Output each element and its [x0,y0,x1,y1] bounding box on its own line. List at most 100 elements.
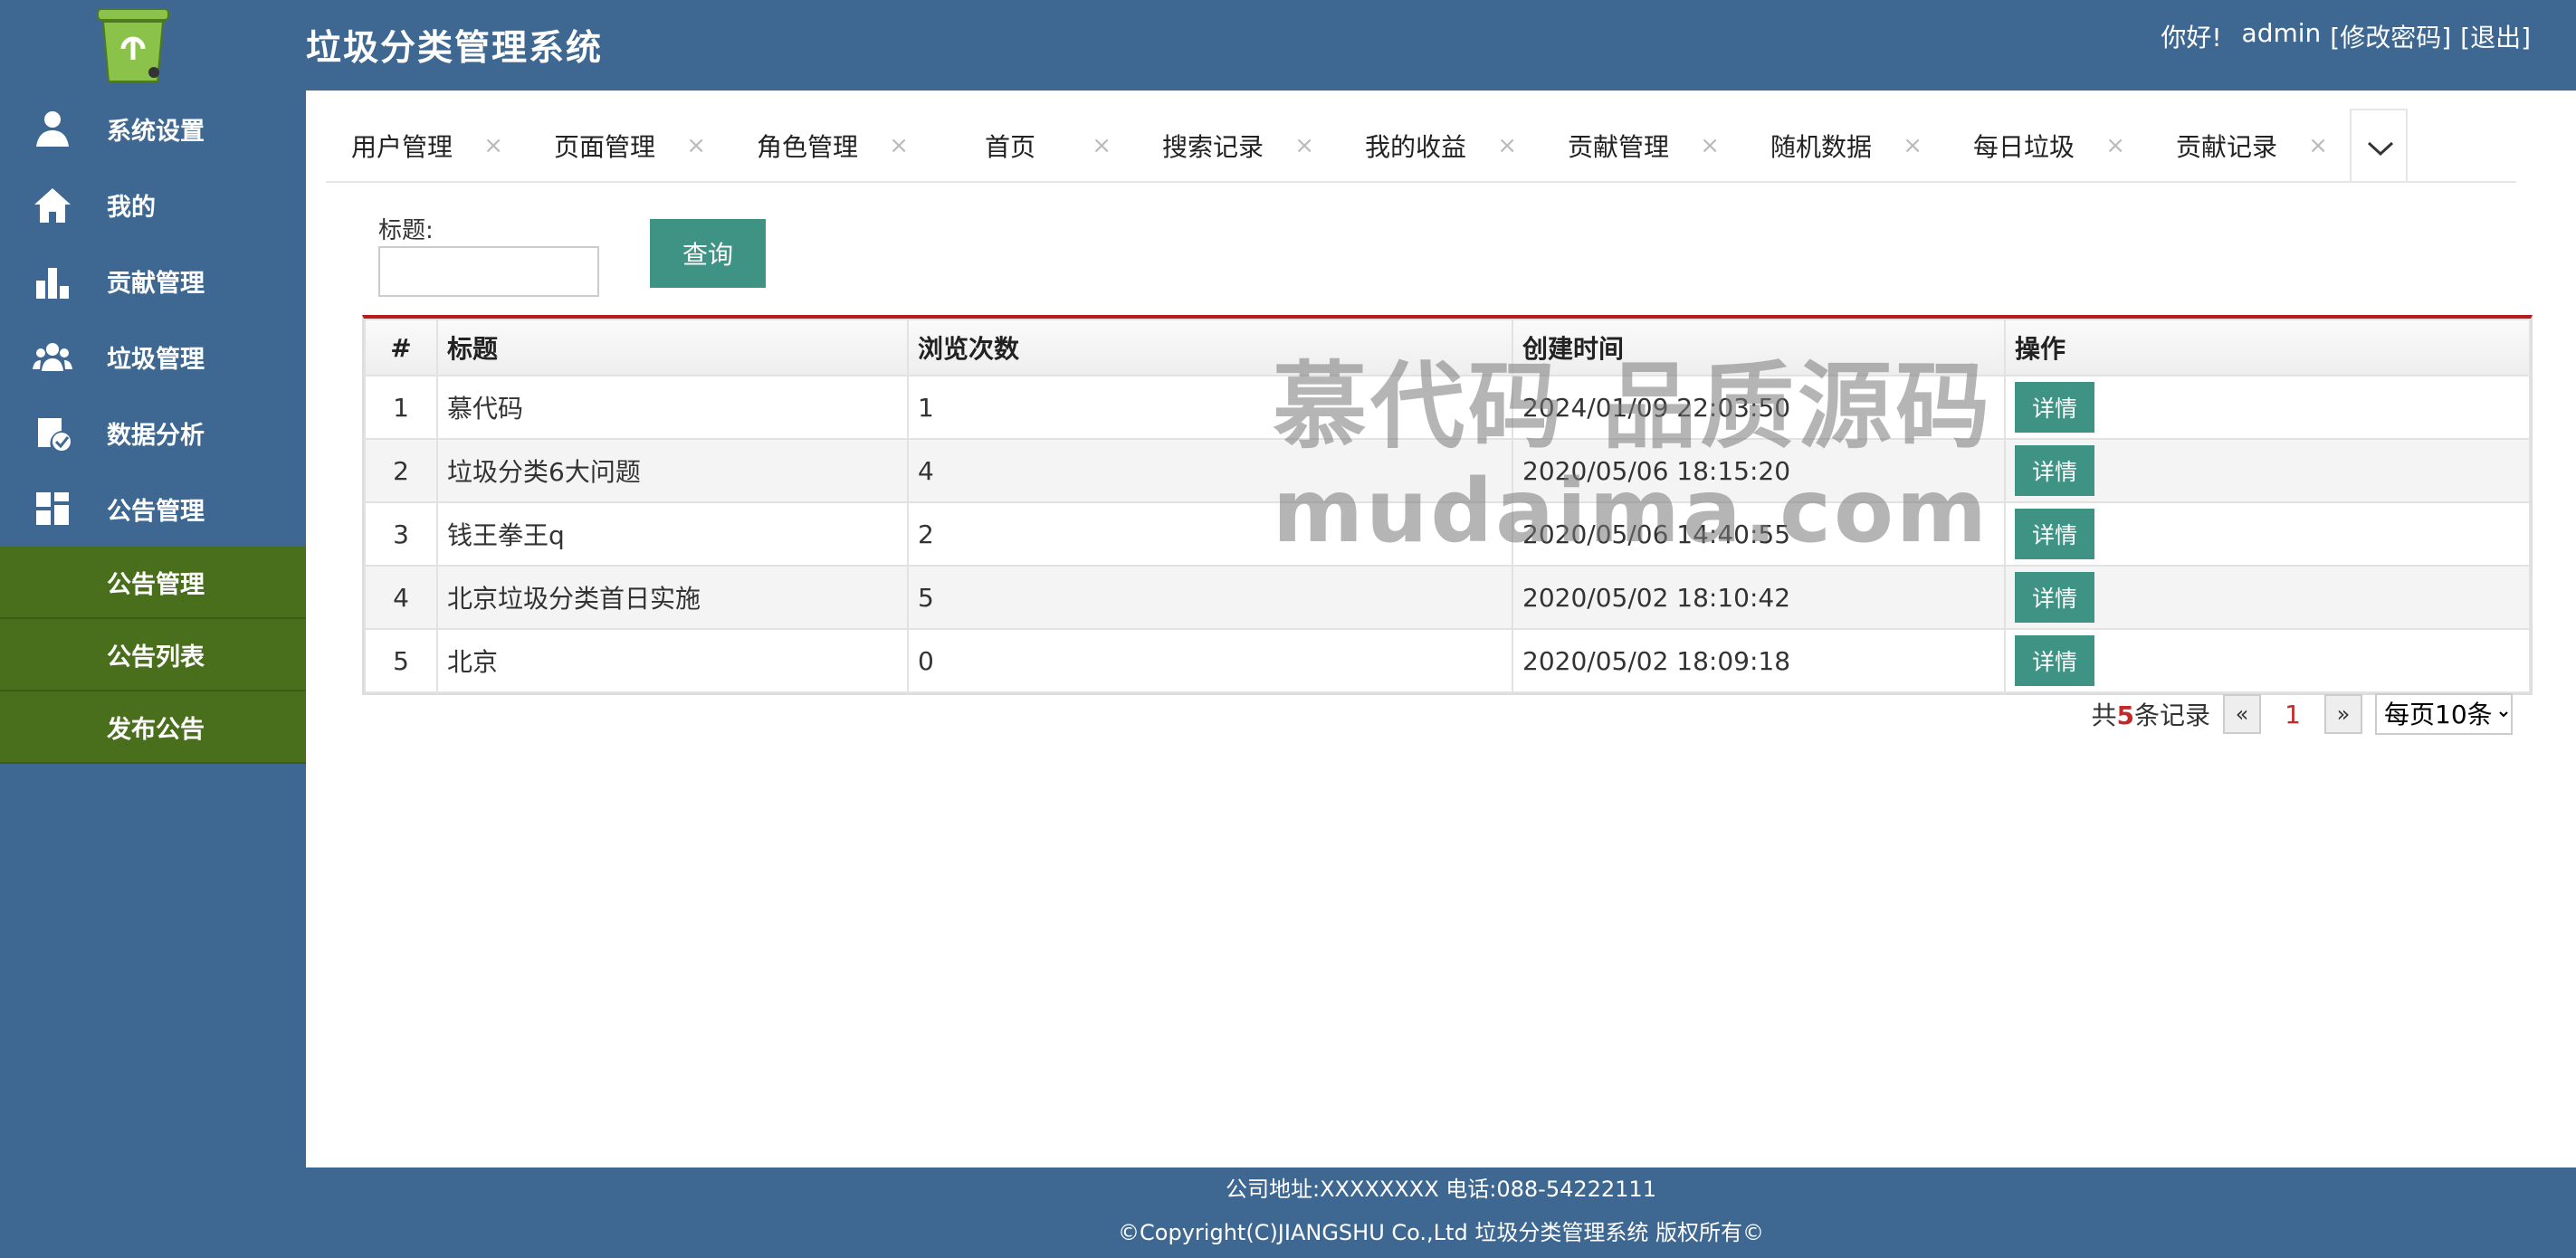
close-icon[interactable]: × [1700,132,1720,159]
grid-icon [33,489,72,529]
app-title: 垃圾分类管理系统 [306,28,604,69]
row-created: 2020/05/02 18:10:42 [1512,565,2006,630]
table-row: 1 慕代码 1 2024/01/09 22:03:50 详情 [364,375,2531,440]
row-views: 5 [907,565,1513,630]
announcement-table: # 标题 浏览次数 创建时间 操作 1 慕代码 1 2024/01/09 22:… [362,315,2533,695]
tab-bar: 用户管理 × 页面管理 × 角色管理 × 首页 × 搜索记录 × 我的收益 × 贡献管理 × … [326,109,2516,183]
row-views: 2 [907,501,1513,567]
submenu-item-label: 发布公告 [107,715,205,744]
sidebar-item-label: 系统设置 [107,117,205,146]
detail-button[interactable]: 详情 [2015,509,2094,559]
tab-random-data[interactable]: 随机数据 × [1745,109,1948,183]
table-row: 4 北京垃圾分类首日实施 5 2020/05/02 18:10:42 详情 [364,565,2531,630]
row-created: 2020/05/06 14:40:55 [1512,501,2006,567]
sidebar-item-contribution[interactable]: 贡献管理 [0,243,306,319]
page-size-select[interactable]: 每页10条 [2375,693,2513,735]
submenu-item-label: 公告管理 [107,570,205,599]
main-content: 用户管理 × 页面管理 × 角色管理 × 首页 × 搜索记录 × 我的收益 × 贡献管理 × … [306,91,2576,1167]
sidebar: 系统设置 我的 贡献管理 垃圾管理 数据分析 公告管理 公告管理 公告列表 发布… [0,91,306,1167]
query-button[interactable]: 查询 [650,219,766,288]
row-views: 1 [907,375,1513,440]
row-title: 垃圾分类6大问题 [436,438,909,503]
tab-role-manage[interactable]: 角色管理 × [731,109,934,183]
column-header: 操作 [2004,319,2531,376]
current-page[interactable]: 1 [2274,700,2312,729]
sidebar-item-announcement[interactable]: 公告管理 [0,471,306,547]
column-header: 创建时间 [1512,319,2006,376]
row-created: 2024/01/09 22:03:50 [1512,375,2006,440]
row-index: 4 [364,565,438,630]
footer: 公司地址:XXXXXXXX 电话:088-54222111 ©Copyright… [306,1167,2576,1258]
change-password-link[interactable]: [修改密码] [2330,18,2451,54]
row-index: 1 [364,375,438,440]
close-icon[interactable]: × [686,132,706,159]
tab-label: 用户管理 [351,132,453,162]
tab-label: 每日垃圾 [1973,132,2075,162]
next-page-button[interactable]: » [2324,694,2362,734]
close-icon[interactable]: × [1294,132,1314,159]
tab-daily-garbage[interactable]: 每日垃圾 × [1948,109,2151,183]
table-row: 3 钱王拳王q 2 2020/05/06 14:40:55 详情 [364,501,2531,567]
sidebar-item-system-settings[interactable]: 系统设置 [0,91,306,167]
close-icon[interactable]: × [2105,132,2125,159]
row-views: 4 [907,438,1513,503]
tab-my-earnings[interactable]: 我的收益 × [1340,109,1542,183]
submenu-item-label: 公告列表 [107,643,205,672]
tab-page-manage[interactable]: 页面管理 × [529,109,731,183]
tab-label: 贡献记录 [2176,132,2278,162]
total-count: 5 [2116,700,2134,730]
check-badge-icon [33,413,72,453]
close-icon[interactable]: × [483,132,503,159]
footer-copyright: ©Copyright(C)JIANGSHU Co.,Ltd 垃圾分类管理系统 版… [1118,1220,1764,1245]
tab-contribution-records[interactable]: 贡献记录 × [2151,109,2353,183]
close-icon[interactable]: × [2308,132,2328,159]
detail-button[interactable]: 详情 [2015,445,2094,496]
submenu-item-publish-announcement[interactable]: 发布公告 [0,691,306,764]
tab-more-dropdown[interactable] [2350,109,2408,183]
tab-contribution-manage[interactable]: 贡献管理 × [1542,109,1745,183]
title-filter-label: 标题: [378,217,434,244]
sidebar-item-label: 我的 [107,193,156,222]
total-prefix: 共 [2091,700,2117,730]
submenu-item-announcement-list[interactable]: 公告列表 [0,619,306,691]
table-row: 2 垃圾分类6大问题 4 2020/05/06 18:15:20 详情 [364,438,2531,503]
row-index: 3 [364,501,438,567]
detail-button[interactable]: 详情 [2015,382,2094,433]
sidebar-item-analysis[interactable]: 数据分析 [0,395,306,471]
row-views: 0 [907,628,1513,693]
prev-page-button[interactable]: « [2223,694,2261,734]
logout-link[interactable]: [退出] [2460,18,2531,54]
tab-search-records[interactable]: 搜索记录 × [1137,109,1340,183]
username-text: admin [2241,18,2322,48]
close-icon[interactable]: × [1497,132,1517,159]
tab-label: 角色管理 [757,132,859,162]
detail-button[interactable]: 详情 [2015,635,2094,686]
group-icon [33,337,72,376]
row-actions: 详情 [2004,628,2531,693]
column-header: 浏览次数 [907,319,1513,376]
row-actions: 详情 [2004,375,2531,440]
detail-button[interactable]: 详情 [2015,572,2094,623]
sidebar-item-mine[interactable]: 我的 [0,167,306,243]
row-title: 钱王拳王q [436,501,909,567]
close-icon[interactable]: × [1092,132,1111,159]
tab-label: 贡献管理 [1568,132,1670,162]
row-index: 2 [364,438,438,503]
row-actions: 详情 [2004,501,2531,567]
close-icon[interactable]: × [889,132,909,159]
tab-home[interactable]: 首页 × [934,109,1137,183]
tab-label: 首页 [985,132,1036,162]
title-filter-input[interactable] [378,246,599,297]
sidebar-item-label: 贡献管理 [107,269,205,298]
footer-address: 公司地址:XXXXXXXX 电话:088-54222111 [1226,1177,1656,1202]
tab-user-manage[interactable]: 用户管理 × [326,109,529,183]
user-settings-icon [33,109,72,148]
row-index: 5 [364,628,438,693]
row-created: 2020/05/06 18:15:20 [1512,438,2006,503]
sidebar-item-garbage[interactable]: 垃圾管理 [0,319,306,395]
tab-label: 随机数据 [1770,132,1873,162]
pagination: 共5条记录 « 1 » 每页10条 [2091,693,2513,735]
submenu-item-announcement-manage[interactable]: 公告管理 [0,547,306,619]
close-icon[interactable]: × [1903,132,1922,159]
column-header: 标题 [436,319,909,376]
